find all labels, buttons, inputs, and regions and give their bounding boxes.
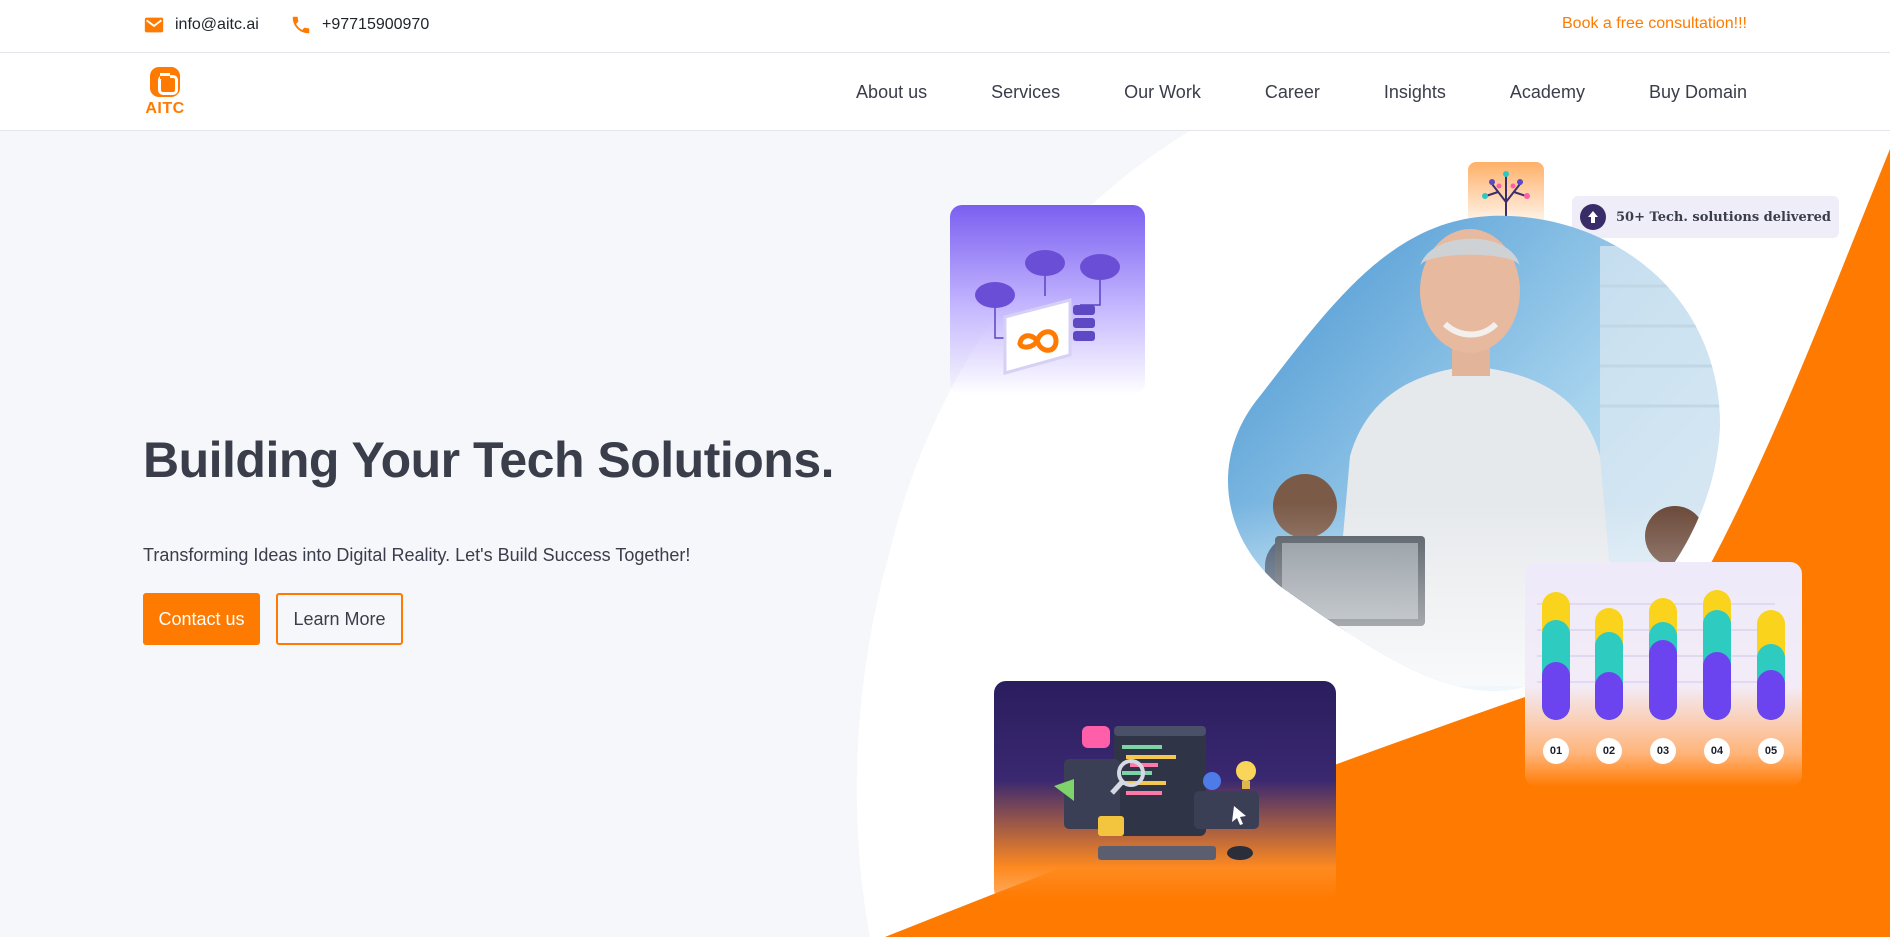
bar-label-05: 05 — [1758, 738, 1784, 764]
cloud-illustration-card — [950, 205, 1145, 395]
bar-label-01: 01 — [1543, 738, 1569, 764]
code-workspace-icon — [1054, 726, 1259, 860]
nav-career[interactable]: Career — [1265, 82, 1320, 103]
bar-pill-2-3 — [1595, 672, 1623, 720]
bar-pill-1-3 — [1542, 662, 1570, 720]
nav-services[interactable]: Services — [991, 82, 1060, 103]
top-contact-bar: info@aitc.ai +97715900970 Book a free co… — [0, 0, 1890, 53]
nav-insights[interactable]: Insights — [1384, 82, 1446, 103]
hero-title: Building Your Tech Solutions. — [143, 432, 835, 488]
contact-us-button[interactable]: Contact us — [143, 593, 260, 645]
bar-label-03: 03 — [1650, 738, 1676, 764]
nav-our-work[interactable]: Our Work — [1124, 82, 1201, 103]
email-link[interactable]: info@aitc.ai — [143, 14, 259, 36]
hero-section: Building Your Tech Solutions. Transformi… — [0, 131, 1890, 937]
logo-icon — [150, 67, 180, 97]
nav-buy-domain[interactable]: Buy Domain — [1649, 82, 1747, 103]
main-navbar: AITC About us Services Our Work Career I… — [0, 53, 1890, 131]
cloud-devops-icon — [975, 250, 1120, 375]
learn-more-button[interactable]: Learn More — [276, 593, 403, 645]
logo-text: AITC — [145, 100, 185, 117]
hero-subtitle: Transforming Ideas into Digital Reality.… — [143, 545, 691, 565]
logo[interactable]: AITC — [143, 67, 187, 117]
phone-icon — [292, 16, 310, 34]
bar-label-04: 04 — [1704, 738, 1730, 764]
bar-pill-4-3 — [1703, 652, 1731, 720]
phone-text: +97715900970 — [322, 16, 430, 33]
bar-pill-3-3 — [1649, 640, 1677, 720]
bar-pill-5-3 — [1757, 670, 1785, 720]
nav-academy[interactable]: Academy — [1510, 82, 1585, 103]
primary-nav: About us Services Our Work Career Insigh… — [856, 53, 1747, 131]
phone-link[interactable]: +97715900970 — [290, 14, 429, 36]
email-text: info@aitc.ai — [175, 16, 259, 33]
nav-about-us[interactable]: About us — [856, 82, 927, 103]
bar-label-02: 02 — [1596, 738, 1622, 764]
mail-icon — [144, 17, 164, 33]
coding-illustration-card — [994, 681, 1336, 901]
book-consultation-link[interactable]: Book a free consultation!!! — [1562, 15, 1747, 33]
